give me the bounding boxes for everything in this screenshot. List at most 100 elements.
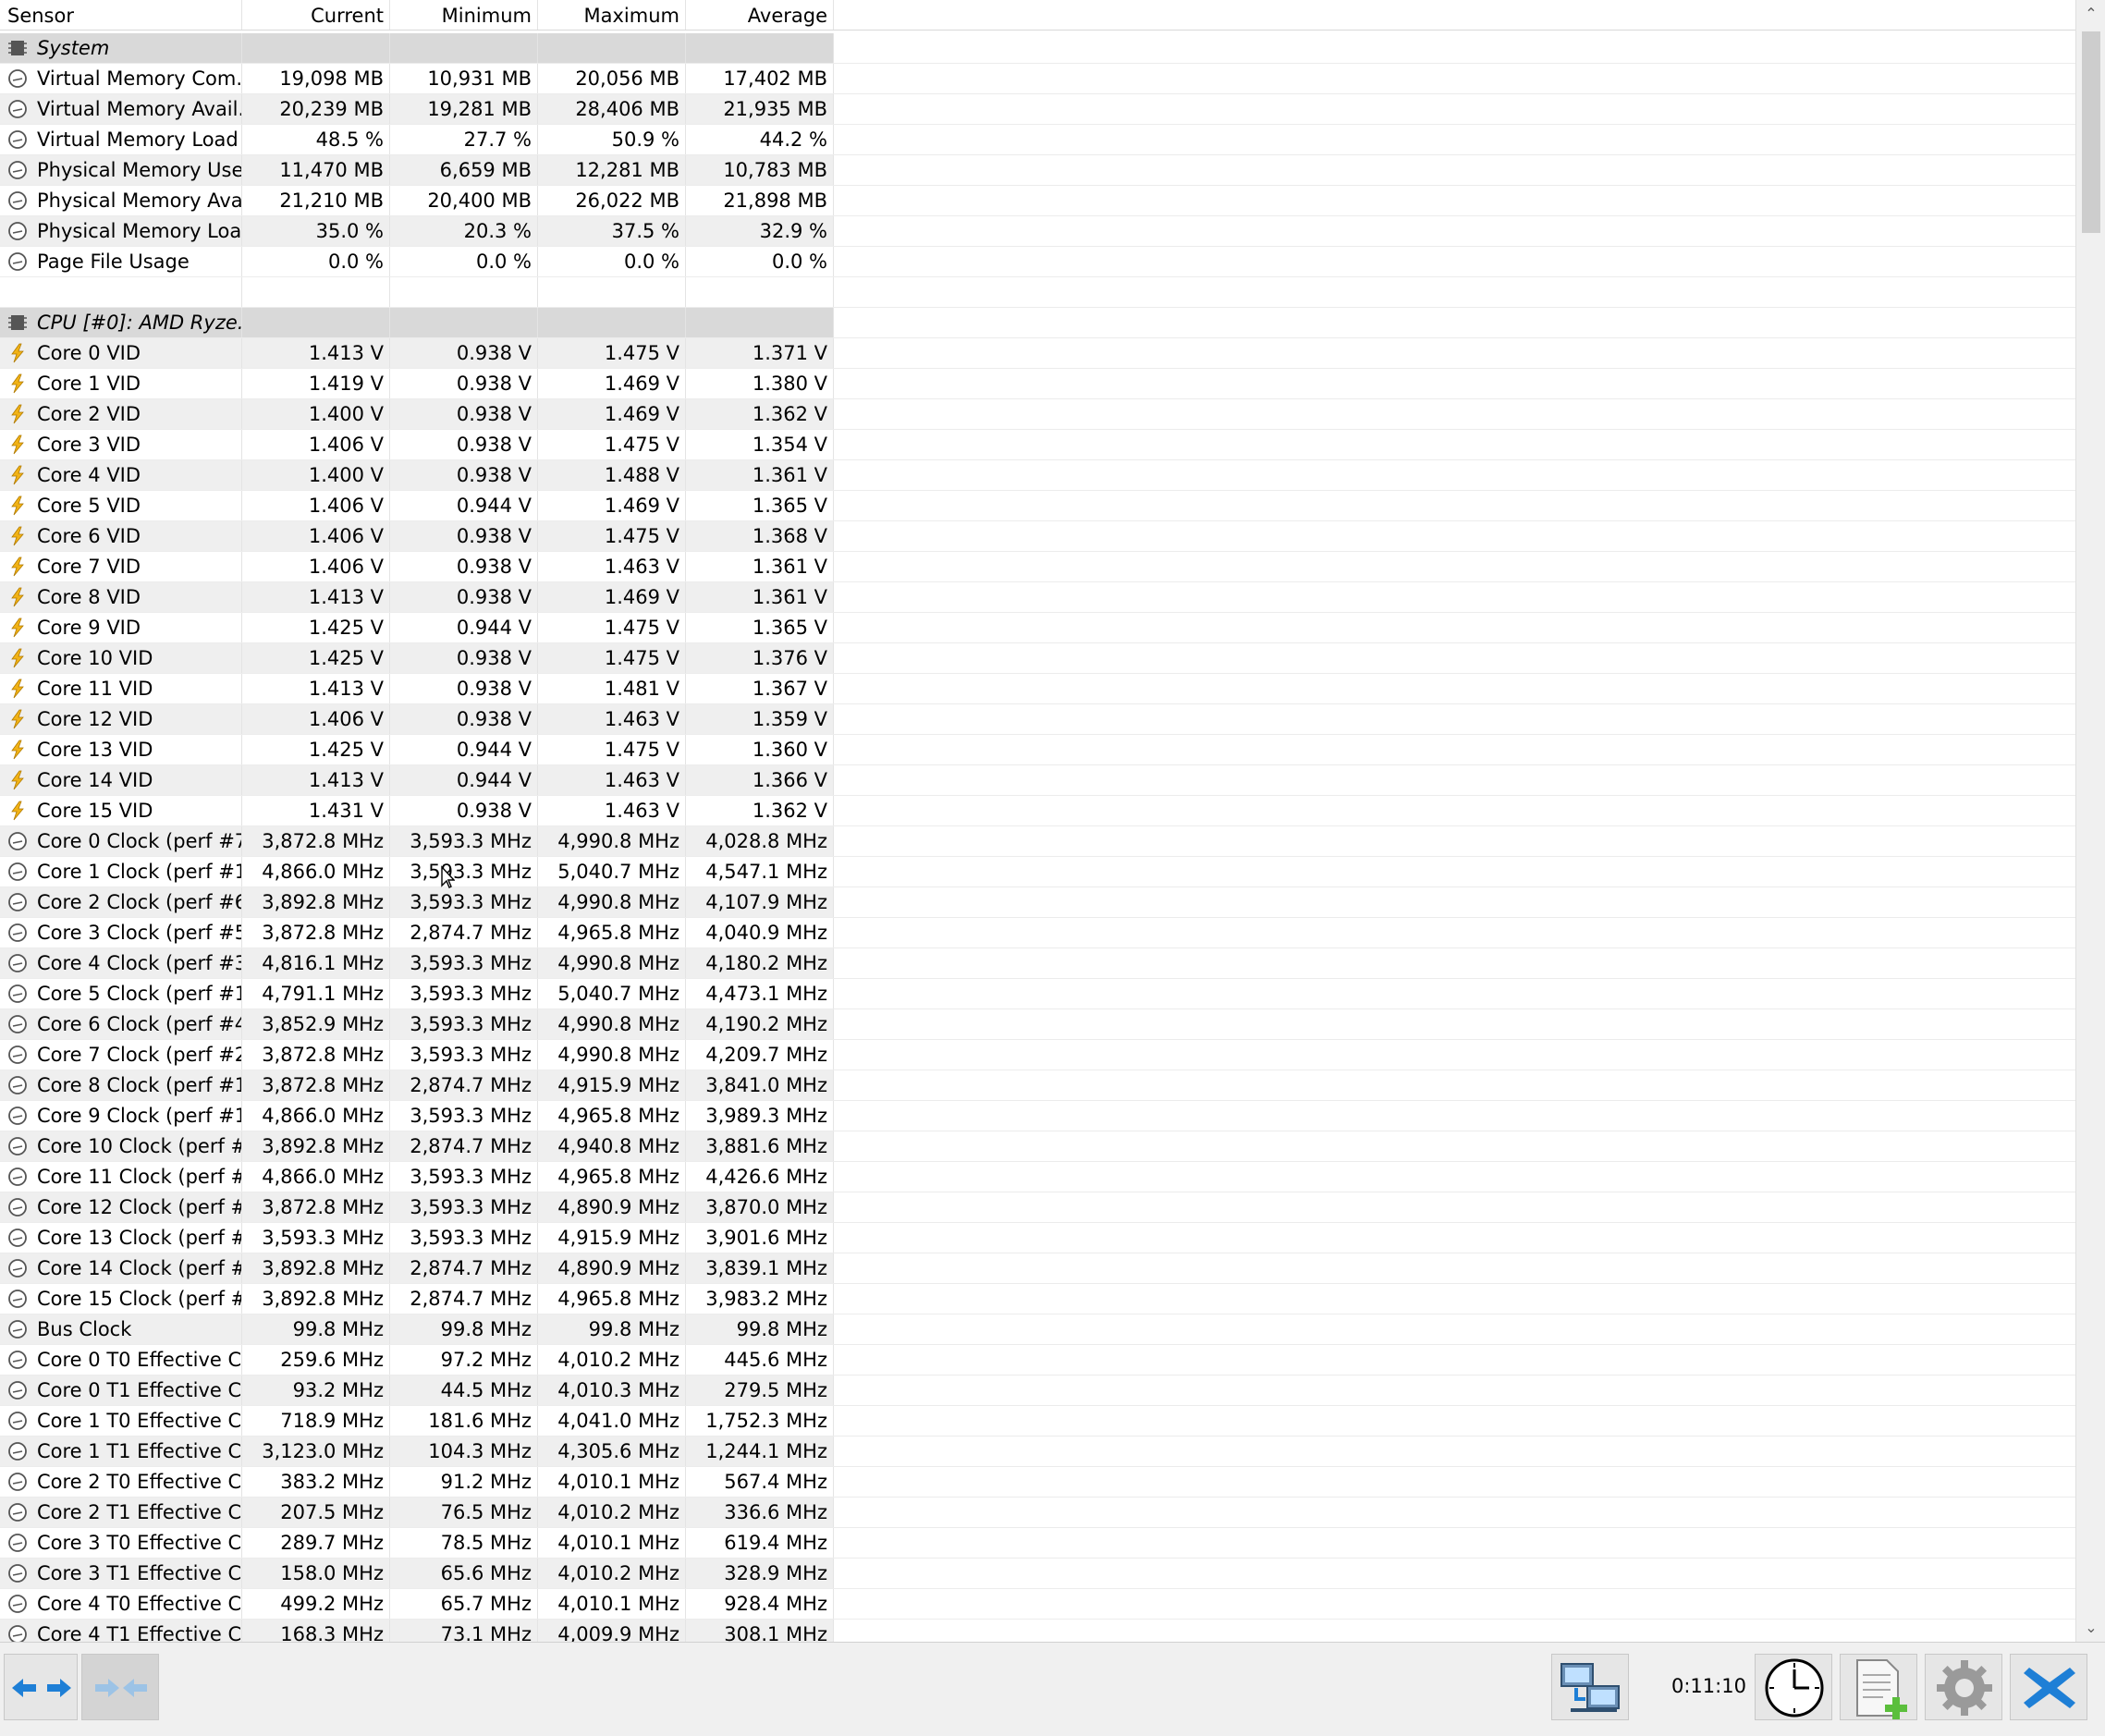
sensor-row[interactable]: Physical Memory Load 35.0 % 20.3 % 37.5 % 32…	[0, 216, 2075, 247]
maximum-value: 20,056 MB	[538, 64, 686, 93]
minimum-value: 6,659 MB	[390, 155, 538, 185]
sensor-row[interactable]: Core 11 VID 1.413 V 0.938 V 1.481 V 1.367 V	[0, 674, 2075, 704]
navigate-inward-button[interactable]	[81, 1654, 159, 1720]
scroll-down-arrow-icon[interactable]: ⌄	[2076, 1614, 2105, 1642]
report-button[interactable]	[1840, 1654, 1917, 1720]
sensor-row[interactable]: Core 1 VID 1.419 V 0.938 V 1.469 V 1.380 V	[0, 369, 2075, 399]
sensor-row[interactable]: Core 4 T1 Effective Cl...168.3 MHz73.1 M…	[0, 1620, 2075, 1642]
sensor-row[interactable]: Core 0 T1 Effective Cl...93.2 MHz44.5 MH…	[0, 1375, 2075, 1406]
header-maximum[interactable]: Maximum	[538, 0, 686, 30]
arrows-left-right-icon	[12, 1679, 71, 1697]
gauge-icon	[7, 1350, 28, 1370]
close-button[interactable]	[2010, 1654, 2087, 1720]
average-value: 32.9 %	[686, 216, 834, 246]
minimum-value: 44.5 MHz	[390, 1375, 538, 1405]
scroll-up-arrow-icon[interactable]: ⌃	[2076, 0, 2105, 28]
sensor-group-row[interactable]: System	[0, 33, 2075, 64]
sensor-name: Core 3 T1 Effective Cl...	[0, 1559, 242, 1588]
sensor-row[interactable]: Core 6 Clock (perf #4...3,852.9 MHz3,593…	[0, 1009, 2075, 1040]
settings-button[interactable]	[1925, 1654, 2002, 1720]
vertical-scrollbar[interactable]: ⌃ ⌄	[2075, 0, 2105, 1642]
sensor-row[interactable]: Core 13 Clock (perf #...3,593.3 MHz3,593…	[0, 1223, 2075, 1253]
sensor-row[interactable]: Core 3 T1 Effective Cl...158.0 MHz65.6 M…	[0, 1559, 2075, 1589]
sensor-row[interactable]: Core 8 Clock (perf #1...3,872.8 MHz2,874…	[0, 1070, 2075, 1101]
sensor-row[interactable]: Core 10 VID 1.425 V 0.938 V 1.475 V 1.376 V	[0, 643, 2075, 674]
minimum-value: 0.938 V	[390, 460, 538, 490]
network-button[interactable]	[1551, 1654, 1629, 1720]
sensor-name: Core 3 T0 Effective Cl...	[0, 1528, 242, 1558]
sensor-row[interactable]: Core 2 T0 Effective Cl...383.2 MHz91.2 M…	[0, 1467, 2075, 1498]
sensor-row[interactable]: Core 2 Clock (perf #6...3,892.8 MHz3,593…	[0, 887, 2075, 918]
header-sensor[interactable]: Sensor	[0, 0, 242, 30]
network-computers-icon	[1560, 1663, 1620, 1712]
sensor-row[interactable]: Core 4 Clock (perf #3...4,816.1 MHz3,593…	[0, 948, 2075, 979]
clock-icon	[1765, 1658, 1824, 1718]
current-value: 3,892.8 MHz	[242, 887, 390, 917]
gear-icon	[1937, 1660, 1992, 1716]
sensor-row[interactable]: Virtual Memory Load 48.5 % 27.7 % 50.9 % 44.…	[0, 125, 2075, 155]
sensor-row[interactable]: Core 12 VID 1.406 V 0.938 V 1.463 V 1.359 V	[0, 704, 2075, 735]
voltage-icon	[7, 343, 28, 363]
sensor-row[interactable]: Core 14 Clock (perf #...3,892.8 MHz2,874…	[0, 1253, 2075, 1284]
minimum-value: 0.938 V	[390, 399, 538, 429]
current-value	[242, 277, 390, 307]
sensor-row[interactable]: Core 3 Clock (perf #5...3,872.8 MHz2,874…	[0, 918, 2075, 948]
minimum-value: 3,593.3 MHz	[390, 887, 538, 917]
maximum-value: 50.9 %	[538, 125, 686, 154]
sensor-row[interactable]: Core 14 VID 1.413 V 0.944 V 1.463 V 1.366 V	[0, 765, 2075, 796]
voltage-icon	[7, 373, 28, 394]
sensor-name: Core 10 Clock (perf #...	[0, 1131, 242, 1161]
sensor-row[interactable]: Page File Usage 0.0 % 0.0 % 0.0 % 0.0 %	[0, 247, 2075, 277]
sensor-name: System	[0, 33, 242, 63]
header-minimum[interactable]: Minimum	[390, 0, 538, 30]
sensor-name: Core 1 T0 Effective Cl...	[0, 1406, 242, 1436]
sensor-row[interactable]: Virtual Memory Com... 19,098 MB 10,931 MB 2…	[0, 64, 2075, 94]
sensor-row[interactable]: Core 4 VID 1.400 V 0.938 V 1.488 V 1.361 V	[0, 460, 2075, 491]
sensor-row[interactable]: Core 15 VID 1.431 V 0.938 V 1.463 V 1.362 V	[0, 796, 2075, 826]
sensor-group-row[interactable]: CPU [#0]: AMD Ryze...	[0, 308, 2075, 338]
sensor-row[interactable]: Core 1 T1 Effective Cl...3,123.0 MHz104.…	[0, 1436, 2075, 1467]
sensor-row[interactable]: Physical Memory Used 11,470 MB 6,659 MB 12,…	[0, 155, 2075, 186]
header-current[interactable]: Current	[242, 0, 390, 30]
header-average[interactable]: Average	[686, 0, 834, 30]
sensor-row[interactable]: Virtual Memory Avail... 20,239 MB 19,281 M…	[0, 94, 2075, 125]
sensor-row[interactable]: Core 0 Clock (perf #7...3,872.8 MHz3,593…	[0, 826, 2075, 857]
sensor-row[interactable]: Core 7 VID 1.406 V 0.938 V 1.463 V 1.361 V	[0, 552, 2075, 582]
sensor-row[interactable]: Core 13 VID 1.425 V 0.944 V 1.475 V 1.360 V	[0, 735, 2075, 765]
sensor-row[interactable]: Bus Clock 99.8 MHz 99.8 MHz 99.8 MHz 99.8 MH…	[0, 1314, 2075, 1345]
sensor-row[interactable]: Physical Memory Avai...21,210 MB20,400 M…	[0, 186, 2075, 216]
sensor-row[interactable]: Core 11 Clock (perf #...4,866.0 MHz3,593…	[0, 1162, 2075, 1192]
navigate-button[interactable]	[4, 1654, 78, 1720]
sensor-row[interactable]: Core 2 T1 Effective Cl...207.5 MHz76.5 M…	[0, 1498, 2075, 1528]
sensor-row[interactable]: Core 7 Clock (perf #2...3,872.8 MHz3,593…	[0, 1040, 2075, 1070]
sensor-row[interactable]: Core 15 Clock (perf #...3,892.8 MHz2,874…	[0, 1284, 2075, 1314]
average-value: 1,244.1 MHz	[686, 1436, 834, 1466]
sensor-row[interactable]: Core 3 VID 1.406 V 0.938 V 1.475 V 1.354 V	[0, 430, 2075, 460]
sensor-name: Core 4 T1 Effective Cl...	[0, 1620, 242, 1642]
sensor-row[interactable]: Core 3 T0 Effective Cl...289.7 MHz78.5 M…	[0, 1528, 2075, 1559]
average-value: 1.361 V	[686, 552, 834, 581]
sensor-row[interactable]: Core 2 VID 1.400 V 0.938 V 1.469 V 1.362 V	[0, 399, 2075, 430]
sensor-row[interactable]: Core 8 VID 1.413 V 0.938 V 1.469 V 1.361 V	[0, 582, 2075, 613]
sensor-row[interactable]: Core 0 VID 1.413 V 0.938 V 1.475 V 1.371 V	[0, 338, 2075, 369]
average-value: 1.362 V	[686, 796, 834, 825]
maximum-value: 5,040.7 MHz	[538, 857, 686, 886]
sensor-row[interactable]: Core 1 Clock (perf #1...4,866.0 MHz3,593…	[0, 857, 2075, 887]
sensor-row[interactable]: Core 5 VID 1.406 V 0.944 V 1.469 V 1.365 V	[0, 491, 2075, 521]
minimum-value: 0.944 V	[390, 613, 538, 642]
sensor-row[interactable]: Core 0 T0 Effective Cl...259.6 MHz97.2 M…	[0, 1345, 2075, 1375]
sensor-row[interactable]: Core 12 Clock (perf #...3,872.8 MHz3,593…	[0, 1192, 2075, 1223]
sensor-row[interactable]: Core 1 T0 Effective Cl...718.9 MHz181.6 …	[0, 1406, 2075, 1436]
current-value: 1.425 V	[242, 613, 390, 642]
sensor-row[interactable]: Core 5 Clock (perf #1...4,791.1 MHz3,593…	[0, 979, 2075, 1009]
sensor-row[interactable]: Core 10 Clock (perf #...3,892.8 MHz2,874…	[0, 1131, 2075, 1162]
sensor-row[interactable]: Core 4 T0 Effective Cl...499.2 MHz65.7 M…	[0, 1589, 2075, 1620]
gauge-icon	[7, 862, 28, 882]
sensor-row[interactable]: Core 9 VID 1.425 V 0.944 V 1.475 V 1.365 V	[0, 613, 2075, 643]
clock-button[interactable]	[1755, 1654, 1832, 1720]
sensor-row[interactable]: Core 6 VID 1.406 V 0.938 V 1.475 V 1.368 V	[0, 521, 2075, 552]
voltage-icon	[7, 526, 28, 546]
average-value: 0.0 %	[686, 247, 834, 276]
sensor-row[interactable]: Core 9 Clock (perf #1...4,866.0 MHz3,593…	[0, 1101, 2075, 1131]
scrollbar-thumb[interactable]	[2082, 31, 2100, 233]
